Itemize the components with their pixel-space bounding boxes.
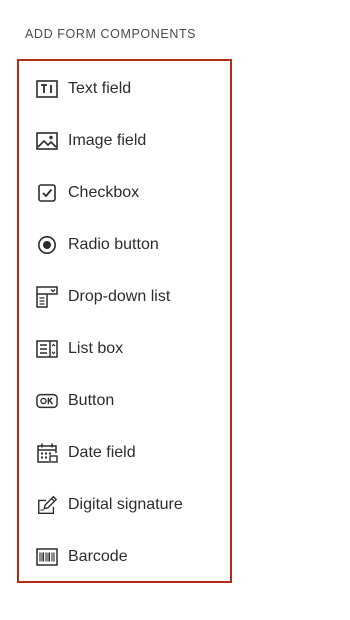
component-list-box[interactable]: List box xyxy=(19,329,230,369)
dropdown-list-icon xyxy=(36,286,58,308)
component-label: List box xyxy=(68,340,124,357)
section-title: ADD FORM COMPONENTS xyxy=(25,27,197,41)
barcode-icon xyxy=(36,547,58,567)
form-components-panel: ADD FORM COMPONENTS Text field Image fie… xyxy=(0,0,350,620)
component-label: Checkbox xyxy=(68,184,140,201)
component-barcode[interactable]: Barcode xyxy=(19,537,230,577)
component-label: Digital signature xyxy=(68,496,183,513)
list-box-icon xyxy=(36,339,58,359)
component-text-field[interactable]: Text field xyxy=(19,69,230,109)
component-radio-button[interactable]: Radio button xyxy=(19,225,230,265)
calendar-icon xyxy=(36,443,58,463)
component-button[interactable]: Button xyxy=(19,381,230,421)
component-image-field[interactable]: Image field xyxy=(19,121,230,161)
component-label: Radio button xyxy=(68,236,159,253)
component-label: Drop-down list xyxy=(68,288,171,305)
component-label: Button xyxy=(68,392,115,409)
component-label: Image field xyxy=(68,132,147,149)
checkbox-icon xyxy=(36,183,58,203)
component-dropdown-list[interactable]: Drop-down list xyxy=(19,277,230,317)
radio-button-icon xyxy=(36,235,58,255)
component-label: Barcode xyxy=(68,548,128,565)
component-label: Text field xyxy=(68,80,132,97)
component-digital-signature[interactable]: Digital signature xyxy=(19,485,230,525)
component-checkbox[interactable]: Checkbox xyxy=(19,173,230,213)
image-icon xyxy=(36,131,58,151)
text-field-icon xyxy=(36,79,58,99)
component-date-field[interactable]: Date field xyxy=(19,433,230,473)
signature-icon xyxy=(36,495,58,515)
components-list: Text field Image field Checkbox Radio bu… xyxy=(17,59,232,583)
component-label: Date field xyxy=(68,444,136,461)
ok-button-icon xyxy=(36,391,58,411)
